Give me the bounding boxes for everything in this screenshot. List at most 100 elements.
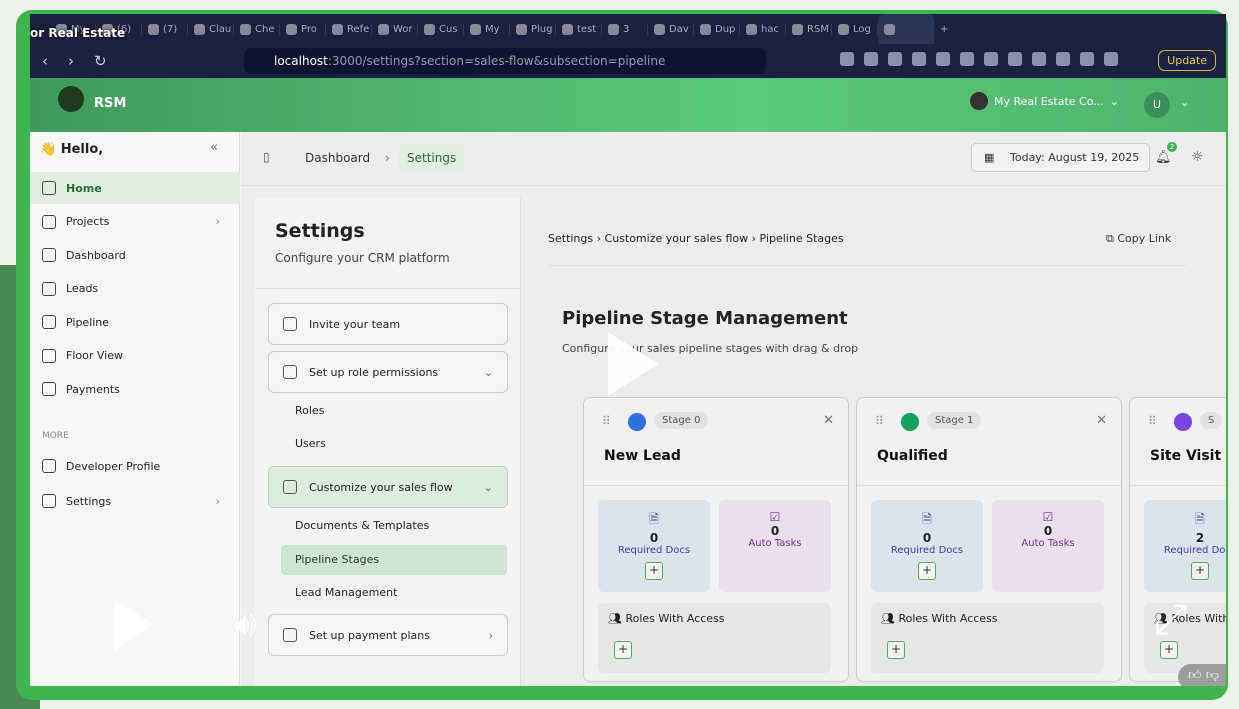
browser-tab[interactable]: hac	[740, 23, 786, 35]
collapse-icon[interactable]: «	[210, 140, 218, 155]
settings-card[interactable]: Invite your team	[268, 303, 508, 345]
video-screen[interactable]: My (6) (7) Clau Che Pro Refe Wor Cus My Plug test 3 D…	[30, 14, 1226, 686]
bell-icon[interactable]: 🔔︎	[1155, 150, 1172, 165]
like-dislike-buttons[interactable]: 👍︎ 👎︎	[1178, 664, 1226, 686]
breadcrumb-dashboard[interactable]: Dashboard	[305, 151, 370, 165]
add-role-button[interactable]: +	[887, 641, 905, 659]
checkbox-icon: ☑	[769, 510, 781, 524]
sidebar-item-dashboard[interactable]: Dashboard	[30, 239, 240, 271]
pipeline-content: Settings › Customize your sales flow › P…	[521, 198, 1226, 686]
brand-name: RSM	[94, 96, 127, 111]
drag-handle-icon[interactable]: ⠿	[602, 414, 611, 428]
avatar[interactable]: U	[1144, 92, 1170, 118]
browser-tab[interactable]: Dup	[694, 23, 740, 35]
reload-icon[interactable]: ↻	[94, 52, 108, 70]
chevron-down-icon[interactable]: ⌄	[1180, 96, 1189, 109]
browser-tabs: My (6) (7) Clau Che Pro Refe Wor Cus My Plug test 3 D…	[30, 14, 1226, 44]
auto-tasks-label: Auto Tasks	[748, 538, 802, 549]
sidebar-item-settings[interactable]: Settings ›	[30, 485, 240, 517]
add-doc-button[interactable]: +	[645, 562, 663, 580]
browser-tab[interactable]: Che	[234, 23, 280, 35]
card-label: Invite your team	[309, 317, 401, 331]
back-icon[interactable]: ‹	[42, 52, 56, 70]
stage-card[interactable]: ⠿ Stage 1 ✕ Qualified 🗎 0 Required Docs + ☑ 0 Auto…	[856, 397, 1122, 682]
nav-icon	[42, 459, 56, 473]
browser-tab[interactable]: My	[464, 23, 510, 35]
roles-section: 👥︎ Roles With Access +	[871, 603, 1104, 673]
new-tab-button[interactable]: +	[934, 24, 980, 35]
add-role-button[interactable]: +	[1160, 641, 1178, 659]
sidebar-toggle-icon[interactable]: ▯	[263, 150, 270, 164]
fullscreen-icon[interactable]: ⤢	[1154, 598, 1188, 640]
drag-handle-icon[interactable]: ⠿	[875, 414, 884, 428]
settings-subitem[interactable]: Roles	[295, 404, 324, 417]
volume-icon[interactable]: 🔊︎	[234, 604, 257, 646]
stage-name[interactable]: Qualified	[877, 448, 948, 464]
play-overlay-icon[interactable]	[608, 332, 658, 396]
settings-subitem[interactable]: Lead Management	[295, 586, 397, 599]
required-docs-label: Required Docs	[1163, 545, 1226, 556]
extension-icons[interactable]	[840, 52, 1118, 66]
update-button[interactable]: Update	[1158, 50, 1216, 71]
sidebar-item-leads[interactable]: Leads	[30, 273, 240, 305]
sidebar-item-developer-profile[interactable]: Developer Profile	[30, 450, 240, 482]
browser-tab[interactable]: 3	[602, 23, 648, 35]
stage-name[interactable]: Site Visit	[1150, 448, 1221, 464]
settings-subitem[interactable]: Pipeline Stages	[281, 545, 507, 575]
tab-label: Dup	[715, 23, 736, 35]
browser-tab[interactable]	[878, 14, 934, 44]
stage-color[interactable]	[628, 413, 646, 431]
play-icon[interactable]	[114, 599, 154, 651]
forward-icon[interactable]: ›	[68, 52, 82, 70]
divider	[255, 288, 521, 289]
browser-tab[interactable]: Wor	[372, 23, 418, 35]
sidebar-item-payments[interactable]: Payments	[30, 373, 240, 405]
nav-icon	[42, 348, 56, 363]
add-doc-button[interactable]: +	[1191, 562, 1209, 580]
tab-label: Dav	[669, 23, 689, 35]
today-date[interactable]: ▦ Today: August 19, 2025	[971, 143, 1151, 172]
roles-label: Roles With Access	[625, 612, 725, 625]
url-input[interactable]: localhost:3000/settings?section=sales-fl…	[244, 48, 766, 74]
favicon-icon	[516, 23, 527, 35]
settings-card[interactable]: Customize your sales flow ⌄	[268, 466, 508, 508]
sidebar-item-projects[interactable]: Projects ›	[30, 206, 240, 238]
auto-tasks-count: 0	[1043, 524, 1053, 538]
add-role-button[interactable]: +	[614, 641, 632, 659]
browser-tab[interactable]: Plug	[510, 23, 556, 35]
stage-color[interactable]	[901, 413, 919, 431]
drag-handle-icon[interactable]: ⠿	[1148, 414, 1157, 428]
settings-card[interactable]: Set up role permissions ⌄	[268, 351, 508, 393]
sidebar-item-floor-view[interactable]: Floor View	[30, 340, 240, 372]
card-label: Set up role permissions	[309, 365, 439, 379]
settings-subitem[interactable]: Documents & Templates	[295, 519, 429, 532]
close-icon[interactable]: ✕	[823, 413, 834, 428]
settings-subitem[interactable]: Users	[295, 437, 326, 450]
browser-tab[interactable]: test	[556, 23, 602, 35]
add-doc-button[interactable]: +	[918, 562, 936, 580]
theme-toggle-icon[interactable]: ☼	[1191, 149, 1204, 165]
greeting: 👋 Hello,	[40, 142, 104, 157]
breadcrumb-settings[interactable]: Settings	[399, 144, 465, 172]
browser-tab[interactable]: Log	[832, 23, 878, 35]
stage-color[interactable]	[1174, 413, 1192, 431]
sidebar-item-home[interactable]: Home	[30, 172, 240, 204]
org-selector[interactable]: My Real Estate Co... ⌄	[970, 92, 1119, 110]
browser-tab[interactable]: Dav	[648, 23, 694, 35]
tab-label: Cus	[439, 23, 458, 35]
browser-tab[interactable]: Pro	[280, 23, 326, 35]
sidebar-item-pipeline[interactable]: Pipeline	[30, 306, 240, 338]
settings-card[interactable]: Set up payment plans ›	[268, 614, 508, 656]
stage-name[interactable]: New Lead	[604, 448, 681, 464]
tab-label: Che	[255, 23, 275, 35]
copy-link-button[interactable]: ⧉ Copy Link	[1106, 232, 1171, 246]
tab-label: hac	[761, 23, 779, 35]
stage-card[interactable]: ⠿ Stage 0 ✕ New Lead 🗎 0 Required Docs + ☑ 0 Auto …	[583, 397, 849, 682]
browser-tab[interactable]: RSM	[786, 23, 832, 35]
browser-tab[interactable]: Cus	[418, 23, 464, 35]
browser-tab[interactable]: Refe	[326, 23, 372, 35]
close-icon[interactable]: ✕	[1096, 413, 1107, 428]
browser-tab[interactable]: (7)	[142, 23, 188, 35]
browser-tab[interactable]: Clau	[188, 23, 234, 35]
required-docs-box: 🗎 0 Required Docs +	[871, 500, 983, 592]
